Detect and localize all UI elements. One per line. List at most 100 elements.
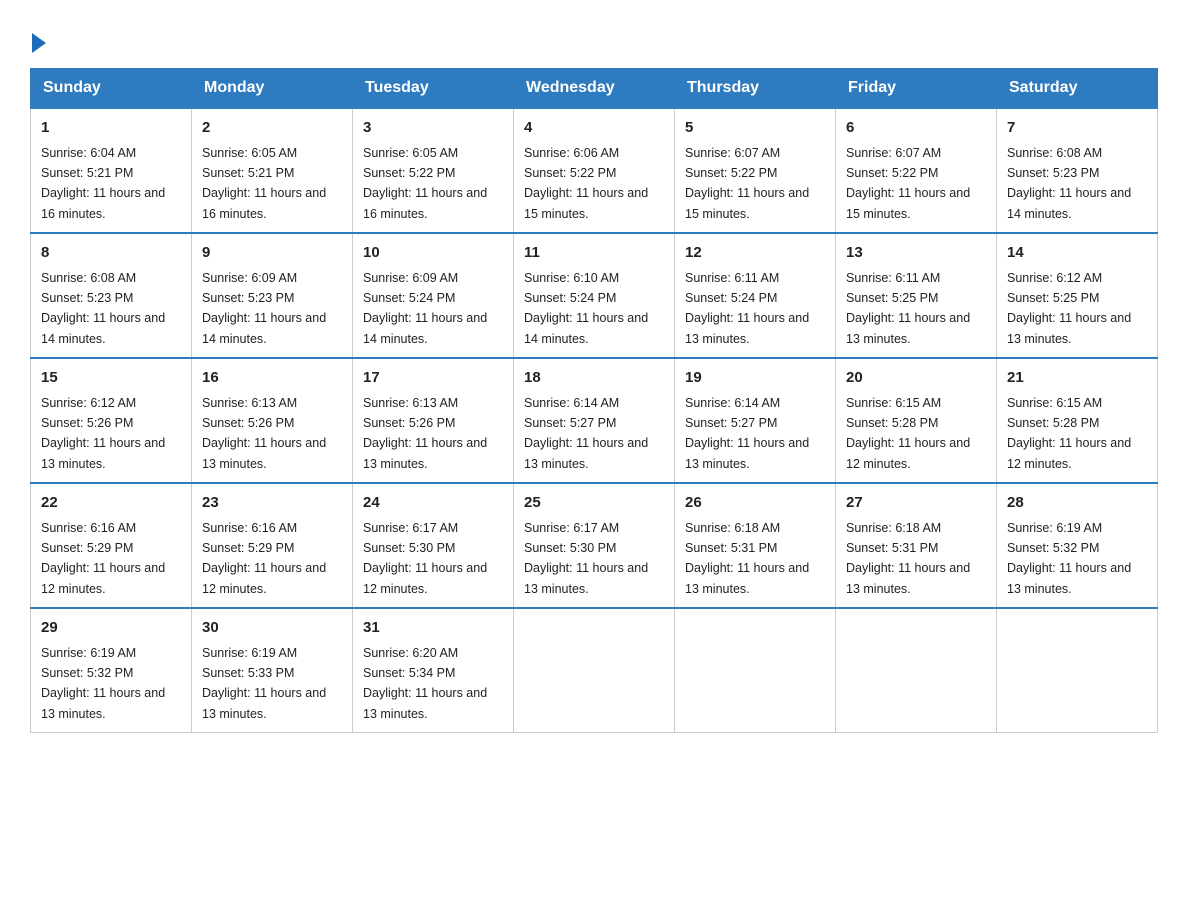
- day-number: 28: [1007, 492, 1147, 515]
- calendar-header-friday: Friday: [836, 69, 997, 109]
- calendar-week-row: 15 Sunrise: 6:12 AMSunset: 5:26 PMDaylig…: [31, 358, 1158, 483]
- day-info: Sunrise: 6:09 AMSunset: 5:24 PMDaylight:…: [363, 271, 487, 346]
- day-number: 30: [202, 617, 342, 640]
- day-info: Sunrise: 6:05 AMSunset: 5:22 PMDaylight:…: [363, 146, 487, 221]
- day-number: 24: [363, 492, 503, 515]
- calendar-header-sunday: Sunday: [31, 69, 192, 109]
- calendar-cell: 10 Sunrise: 6:09 AMSunset: 5:24 PMDaylig…: [353, 233, 514, 358]
- calendar-cell: 5 Sunrise: 6:07 AMSunset: 5:22 PMDayligh…: [675, 108, 836, 233]
- day-number: 20: [846, 367, 986, 390]
- day-info: Sunrise: 6:16 AMSunset: 5:29 PMDaylight:…: [202, 521, 326, 596]
- day-number: 2: [202, 117, 342, 140]
- day-info: Sunrise: 6:05 AMSunset: 5:21 PMDaylight:…: [202, 146, 326, 221]
- calendar-cell: 14 Sunrise: 6:12 AMSunset: 5:25 PMDaylig…: [997, 233, 1158, 358]
- day-info: Sunrise: 6:19 AMSunset: 5:32 PMDaylight:…: [1007, 521, 1131, 596]
- day-number: 4: [524, 117, 664, 140]
- calendar-cell: 2 Sunrise: 6:05 AMSunset: 5:21 PMDayligh…: [192, 108, 353, 233]
- day-number: 5: [685, 117, 825, 140]
- day-number: 13: [846, 242, 986, 265]
- day-info: Sunrise: 6:17 AMSunset: 5:30 PMDaylight:…: [363, 521, 487, 596]
- calendar-cell: 7 Sunrise: 6:08 AMSunset: 5:23 PMDayligh…: [997, 108, 1158, 233]
- calendar-cell: 27 Sunrise: 6:18 AMSunset: 5:31 PMDaylig…: [836, 483, 997, 608]
- day-number: 23: [202, 492, 342, 515]
- day-number: 26: [685, 492, 825, 515]
- day-number: 18: [524, 367, 664, 390]
- calendar-cell: 21 Sunrise: 6:15 AMSunset: 5:28 PMDaylig…: [997, 358, 1158, 483]
- calendar-header-monday: Monday: [192, 69, 353, 109]
- calendar-cell: 13 Sunrise: 6:11 AMSunset: 5:25 PMDaylig…: [836, 233, 997, 358]
- calendar-week-row: 8 Sunrise: 6:08 AMSunset: 5:23 PMDayligh…: [31, 233, 1158, 358]
- day-info: Sunrise: 6:14 AMSunset: 5:27 PMDaylight:…: [524, 396, 648, 471]
- day-info: Sunrise: 6:13 AMSunset: 5:26 PMDaylight:…: [363, 396, 487, 471]
- calendar-cell: 28 Sunrise: 6:19 AMSunset: 5:32 PMDaylig…: [997, 483, 1158, 608]
- calendar-cell: 24 Sunrise: 6:17 AMSunset: 5:30 PMDaylig…: [353, 483, 514, 608]
- calendar-week-row: 29 Sunrise: 6:19 AMSunset: 5:32 PMDaylig…: [31, 608, 1158, 733]
- calendar-week-row: 22 Sunrise: 6:16 AMSunset: 5:29 PMDaylig…: [31, 483, 1158, 608]
- day-info: Sunrise: 6:09 AMSunset: 5:23 PMDaylight:…: [202, 271, 326, 346]
- day-number: 11: [524, 242, 664, 265]
- day-number: 25: [524, 492, 664, 515]
- day-number: 9: [202, 242, 342, 265]
- day-number: 14: [1007, 242, 1147, 265]
- day-number: 17: [363, 367, 503, 390]
- calendar-cell: 12 Sunrise: 6:11 AMSunset: 5:24 PMDaylig…: [675, 233, 836, 358]
- day-number: 12: [685, 242, 825, 265]
- calendar-header-wednesday: Wednesday: [514, 69, 675, 109]
- calendar-cell: 8 Sunrise: 6:08 AMSunset: 5:23 PMDayligh…: [31, 233, 192, 358]
- calendar-cell: 20 Sunrise: 6:15 AMSunset: 5:28 PMDaylig…: [836, 358, 997, 483]
- day-info: Sunrise: 6:17 AMSunset: 5:30 PMDaylight:…: [524, 521, 648, 596]
- day-number: 7: [1007, 117, 1147, 140]
- day-number: 22: [41, 492, 181, 515]
- calendar-week-row: 1 Sunrise: 6:04 AMSunset: 5:21 PMDayligh…: [31, 108, 1158, 233]
- day-info: Sunrise: 6:11 AMSunset: 5:24 PMDaylight:…: [685, 271, 809, 346]
- day-number: 19: [685, 367, 825, 390]
- day-info: Sunrise: 6:12 AMSunset: 5:26 PMDaylight:…: [41, 396, 165, 471]
- calendar-cell: 29 Sunrise: 6:19 AMSunset: 5:32 PMDaylig…: [31, 608, 192, 733]
- day-info: Sunrise: 6:16 AMSunset: 5:29 PMDaylight:…: [41, 521, 165, 596]
- day-number: 1: [41, 117, 181, 140]
- calendar-cell: 31 Sunrise: 6:20 AMSunset: 5:34 PMDaylig…: [353, 608, 514, 733]
- day-info: Sunrise: 6:11 AMSunset: 5:25 PMDaylight:…: [846, 271, 970, 346]
- calendar-cell: 16 Sunrise: 6:13 AMSunset: 5:26 PMDaylig…: [192, 358, 353, 483]
- day-info: Sunrise: 6:14 AMSunset: 5:27 PMDaylight:…: [685, 396, 809, 471]
- calendar-cell: 23 Sunrise: 6:16 AMSunset: 5:29 PMDaylig…: [192, 483, 353, 608]
- day-number: 29: [41, 617, 181, 640]
- day-number: 6: [846, 117, 986, 140]
- calendar-cell: [836, 608, 997, 733]
- calendar-header-thursday: Thursday: [675, 69, 836, 109]
- calendar-cell: [675, 608, 836, 733]
- calendar-cell: 17 Sunrise: 6:13 AMSunset: 5:26 PMDaylig…: [353, 358, 514, 483]
- logo: [30, 30, 48, 48]
- calendar-header-tuesday: Tuesday: [353, 69, 514, 109]
- calendar-cell: [997, 608, 1158, 733]
- day-number: 21: [1007, 367, 1147, 390]
- day-number: 8: [41, 242, 181, 265]
- calendar-cell: [514, 608, 675, 733]
- calendar-table: SundayMondayTuesdayWednesdayThursdayFrid…: [30, 68, 1158, 733]
- day-info: Sunrise: 6:10 AMSunset: 5:24 PMDaylight:…: [524, 271, 648, 346]
- day-info: Sunrise: 6:19 AMSunset: 5:32 PMDaylight:…: [41, 646, 165, 721]
- calendar-cell: 11 Sunrise: 6:10 AMSunset: 5:24 PMDaylig…: [514, 233, 675, 358]
- calendar-cell: 26 Sunrise: 6:18 AMSunset: 5:31 PMDaylig…: [675, 483, 836, 608]
- day-info: Sunrise: 6:20 AMSunset: 5:34 PMDaylight:…: [363, 646, 487, 721]
- calendar-cell: 25 Sunrise: 6:17 AMSunset: 5:30 PMDaylig…: [514, 483, 675, 608]
- day-info: Sunrise: 6:18 AMSunset: 5:31 PMDaylight:…: [685, 521, 809, 596]
- day-number: 27: [846, 492, 986, 515]
- calendar-cell: 3 Sunrise: 6:05 AMSunset: 5:22 PMDayligh…: [353, 108, 514, 233]
- day-number: 10: [363, 242, 503, 265]
- day-info: Sunrise: 6:12 AMSunset: 5:25 PMDaylight:…: [1007, 271, 1131, 346]
- calendar-cell: 18 Sunrise: 6:14 AMSunset: 5:27 PMDaylig…: [514, 358, 675, 483]
- day-number: 31: [363, 617, 503, 640]
- calendar-cell: 6 Sunrise: 6:07 AMSunset: 5:22 PMDayligh…: [836, 108, 997, 233]
- day-number: 16: [202, 367, 342, 390]
- day-info: Sunrise: 6:06 AMSunset: 5:22 PMDaylight:…: [524, 146, 648, 221]
- calendar-header-saturday: Saturday: [997, 69, 1158, 109]
- day-info: Sunrise: 6:19 AMSunset: 5:33 PMDaylight:…: [202, 646, 326, 721]
- calendar-cell: 22 Sunrise: 6:16 AMSunset: 5:29 PMDaylig…: [31, 483, 192, 608]
- calendar-cell: 4 Sunrise: 6:06 AMSunset: 5:22 PMDayligh…: [514, 108, 675, 233]
- calendar-cell: 30 Sunrise: 6:19 AMSunset: 5:33 PMDaylig…: [192, 608, 353, 733]
- calendar-cell: 19 Sunrise: 6:14 AMSunset: 5:27 PMDaylig…: [675, 358, 836, 483]
- day-info: Sunrise: 6:15 AMSunset: 5:28 PMDaylight:…: [846, 396, 970, 471]
- day-info: Sunrise: 6:15 AMSunset: 5:28 PMDaylight:…: [1007, 396, 1131, 471]
- calendar-cell: 9 Sunrise: 6:09 AMSunset: 5:23 PMDayligh…: [192, 233, 353, 358]
